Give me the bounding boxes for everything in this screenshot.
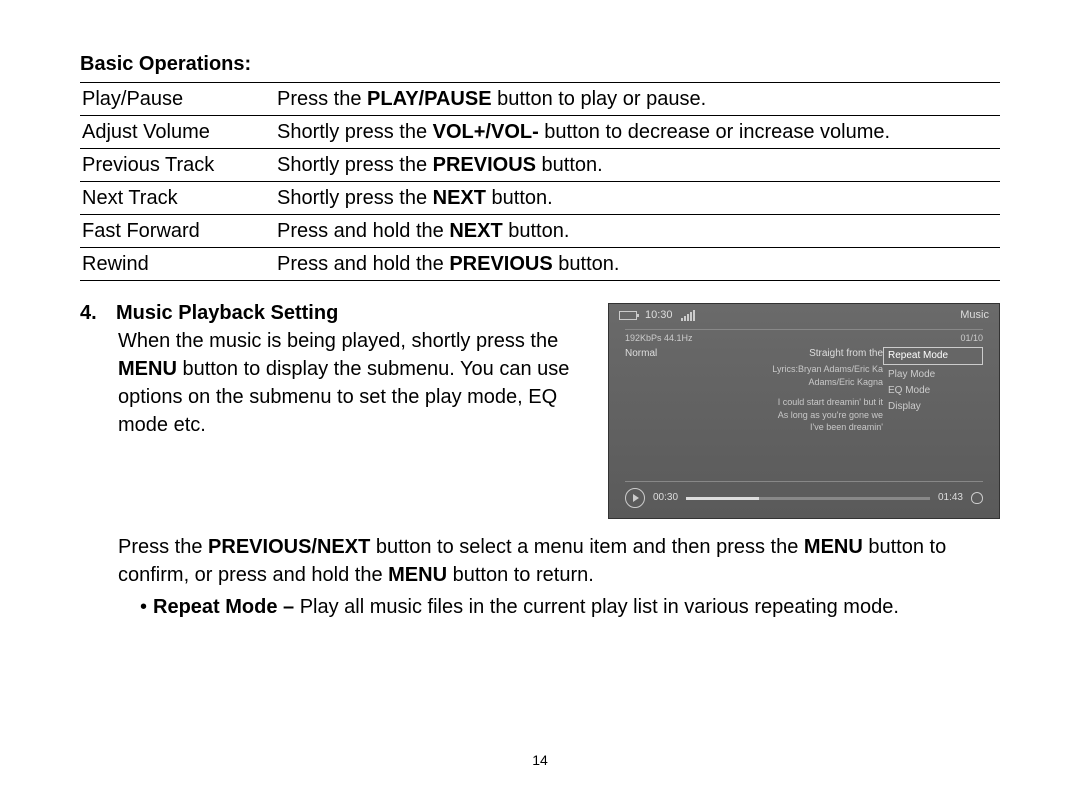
section-number: 4. <box>80 299 98 327</box>
device-screenshot: 10:30 Music 192KbPs 44.1Hz 01/10 Normal … <box>608 303 1000 519</box>
op-desc: Press and hold the NEXT button. <box>275 215 1000 248</box>
eq-label: Normal <box>625 347 657 363</box>
table-row: RewindPress and hold the PREVIOUS button… <box>80 248 1000 281</box>
signal-icon <box>681 310 695 321</box>
table-row: Adjust VolumeShortly press the VOL+/VOL-… <box>80 116 1000 149</box>
lyrics-line: As long as you're gone we <box>625 409 883 422</box>
op-name: Previous Track <box>80 149 275 182</box>
bitrate: 192KbPs 44.1Hz <box>625 332 693 345</box>
page-number: 14 <box>0 751 1080 771</box>
op-desc: Shortly press the PREVIOUS button. <box>275 149 1000 182</box>
submenu: Repeat Mode Play Mode EQ Mode Display <box>883 347 983 434</box>
op-desc: Press and hold the PREVIOUS button. <box>275 248 1000 281</box>
track-title: Straight from the <box>809 347 883 361</box>
time-elapsed: 00:30 <box>653 491 678 505</box>
lyrics-line: Adams/Eric Kagna <box>625 376 883 389</box>
submenu-item: EQ Mode <box>883 383 983 399</box>
op-desc: Shortly press the NEXT button. <box>275 182 1000 215</box>
op-name: Rewind <box>80 248 275 281</box>
lyrics-line: I could start dreamin' but it <box>625 396 883 409</box>
section-paragraph-2: Press the PREVIOUS/NEXT button to select… <box>118 533 1000 589</box>
track-index: 01/10 <box>960 332 983 345</box>
submenu-item: Display <box>883 399 983 415</box>
section-paragraph-1: When the music is being played, shortly … <box>118 327 590 439</box>
op-name: Fast Forward <box>80 215 275 248</box>
op-name: Adjust Volume <box>80 116 275 149</box>
headphone-icon <box>971 492 983 504</box>
bullet-item: • Repeat Mode – Play all music files in … <box>140 593 1000 621</box>
submenu-item: Play Mode <box>883 367 983 383</box>
section-title: Music Playback Setting <box>116 299 338 327</box>
op-name: Play/Pause <box>80 83 275 116</box>
lyrics-line: I've been dreamin' <box>625 421 883 434</box>
battery-icon <box>619 311 637 320</box>
lyrics-line: Lyrics:Bryan Adams/Eric Ka <box>625 363 883 376</box>
play-icon <box>625 488 645 508</box>
status-time: 10:30 <box>645 308 673 323</box>
bullet-label: Repeat Mode – <box>153 596 300 618</box>
bullet-text: Play all music files in the current play… <box>300 596 899 618</box>
time-total: 01:43 <box>938 491 963 505</box>
operations-table: Play/PausePress the PLAY/PAUSE button to… <box>80 82 1000 281</box>
app-label: Music <box>960 308 989 323</box>
progress-bar <box>686 497 930 500</box>
submenu-item-selected: Repeat Mode <box>883 347 983 365</box>
table-row: Previous TrackShortly press the PREVIOUS… <box>80 149 1000 182</box>
section-header: Basic Operations: <box>80 50 1000 78</box>
op-desc: Shortly press the VOL+/VOL- button to de… <box>275 116 1000 149</box>
op-desc: Press the PLAY/PAUSE button to play or p… <box>275 83 1000 116</box>
table-row: Play/PausePress the PLAY/PAUSE button to… <box>80 83 1000 116</box>
table-row: Fast ForwardPress and hold the NEXT butt… <box>80 215 1000 248</box>
table-row: Next TrackShortly press the NEXT button. <box>80 182 1000 215</box>
op-name: Next Track <box>80 182 275 215</box>
